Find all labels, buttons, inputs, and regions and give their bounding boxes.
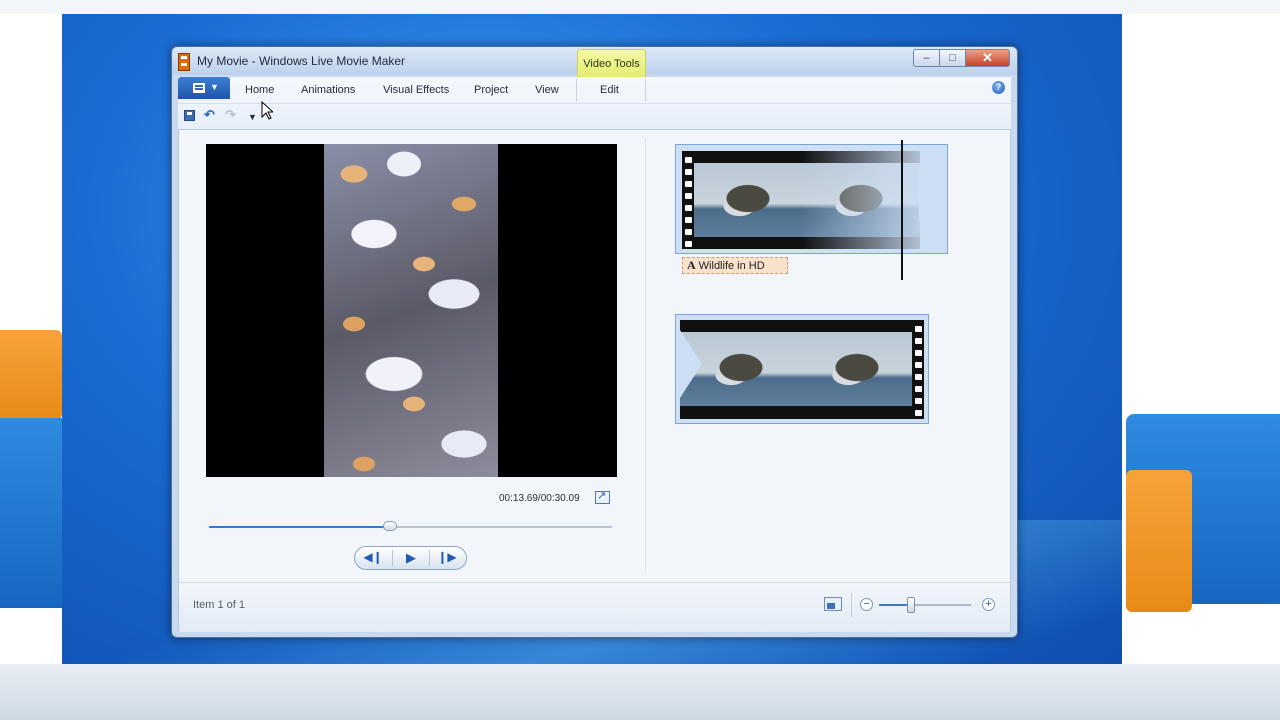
window-title: My Movie - Windows Live Movie Maker [197, 54, 406, 68]
storyboard-clip-2[interactable] [675, 314, 929, 424]
clip-continuation-arrow [919, 170, 941, 222]
pane-divider [645, 138, 646, 572]
application-menu-button[interactable]: ▼ [178, 77, 230, 99]
film-sprockets [912, 320, 924, 418]
seek-bar-progress [209, 526, 391, 528]
desktop-top-strip [0, 0, 1280, 14]
playback-controls: ◀❙ ▶ ❙▶ [354, 546, 467, 570]
clip-thumbnail-frame [694, 163, 802, 237]
tab-home[interactable]: Home [245, 84, 274, 96]
caption-text-icon: A [687, 258, 696, 272]
undo-icon[interactable]: ↶ [204, 108, 215, 122]
video-frame-image [324, 144, 498, 477]
zoom-out-icon[interactable]: − [860, 598, 873, 611]
app-menu-icon [193, 83, 205, 93]
tab-animations[interactable]: Animations [301, 84, 355, 96]
tab-separator [576, 79, 577, 101]
status-bar: Item 1 of 1 − + [179, 582, 1010, 632]
clip-thumbnail-frame [802, 332, 912, 406]
storyboard-clip-1[interactable] [675, 144, 948, 254]
playhead-marker[interactable] [901, 140, 903, 280]
play-button[interactable]: ▶ [396, 550, 426, 566]
title-bar[interactable]: My Movie - Windows Live Movie Maker Vide… [172, 47, 1017, 79]
seek-bar[interactable] [209, 526, 612, 528]
close-button[interactable]: ✕ [965, 49, 1010, 67]
thumbnail-size-icon[interactable] [824, 597, 842, 611]
seek-thumb[interactable] [383, 521, 398, 531]
clip-start-arrow [680, 330, 702, 398]
decor-orange-cushion-left [0, 330, 62, 420]
preview-monitor[interactable] [206, 144, 617, 477]
chevron-down-icon: ▼ [210, 82, 219, 92]
control-divider [429, 550, 430, 566]
main-content-area: 00:13.69/00:30.09 ◀❙ ▶ ❙▶ [178, 129, 1011, 632]
fullscreen-preview-icon[interactable] [595, 489, 610, 504]
movie-maker-window: My Movie - Windows Live Movie Maker Vide… [171, 46, 1018, 638]
video-tools-contextual-header: Video Tools [577, 49, 646, 79]
quick-access-toolbar: ↶ ↷ ▼ [178, 103, 1011, 128]
zoom-slider[interactable] [879, 604, 971, 606]
decor-blue-chair-left [0, 418, 62, 608]
save-icon[interactable] [184, 110, 195, 121]
tab-project[interactable]: Project [474, 84, 508, 96]
maximize-button[interactable]: □ [939, 49, 966, 67]
control-divider [392, 550, 393, 566]
mouse-cursor-icon [261, 101, 273, 120]
film-app-icon[interactable] [178, 53, 190, 71]
minimize-button[interactable]: – [913, 49, 940, 67]
clip-filmstrip [680, 320, 924, 419]
help-icon[interactable]: ? [992, 81, 1005, 94]
window-controls: – □ ✕ [913, 49, 1010, 67]
zoom-in-icon[interactable]: + [982, 598, 995, 611]
tab-edit[interactable]: Edit [600, 84, 619, 96]
timecode-display: 00:13.69/00:30.09 [499, 493, 580, 504]
tab-visual-effects[interactable]: Visual Effects [383, 84, 449, 96]
ribbon: ▼ Home Animations Visual Effects Project… [178, 77, 1011, 129]
caption-item[interactable]: A Wildlife in HD [682, 257, 788, 274]
desktop-floor [0, 664, 1280, 720]
tab-separator [645, 79, 646, 101]
item-count-status: Item 1 of 1 [193, 599, 245, 611]
next-frame-button[interactable]: ❙▶ [432, 550, 462, 564]
video-tools-label: Video Tools [583, 58, 640, 70]
zoom-slider-thumb[interactable] [907, 597, 916, 613]
film-sprockets [682, 151, 694, 249]
tab-view[interactable]: View [535, 84, 559, 96]
redo-icon[interactable]: ↷ [225, 108, 236, 122]
clip-filmstrip [682, 151, 920, 249]
decor-orange-cushion-right [1126, 470, 1192, 612]
status-separator [851, 593, 852, 617]
previous-frame-button[interactable]: ◀❙ [358, 550, 388, 564]
customize-dropdown-icon[interactable]: ▼ [248, 110, 257, 124]
caption-label: Wildlife in HD [698, 260, 765, 272]
